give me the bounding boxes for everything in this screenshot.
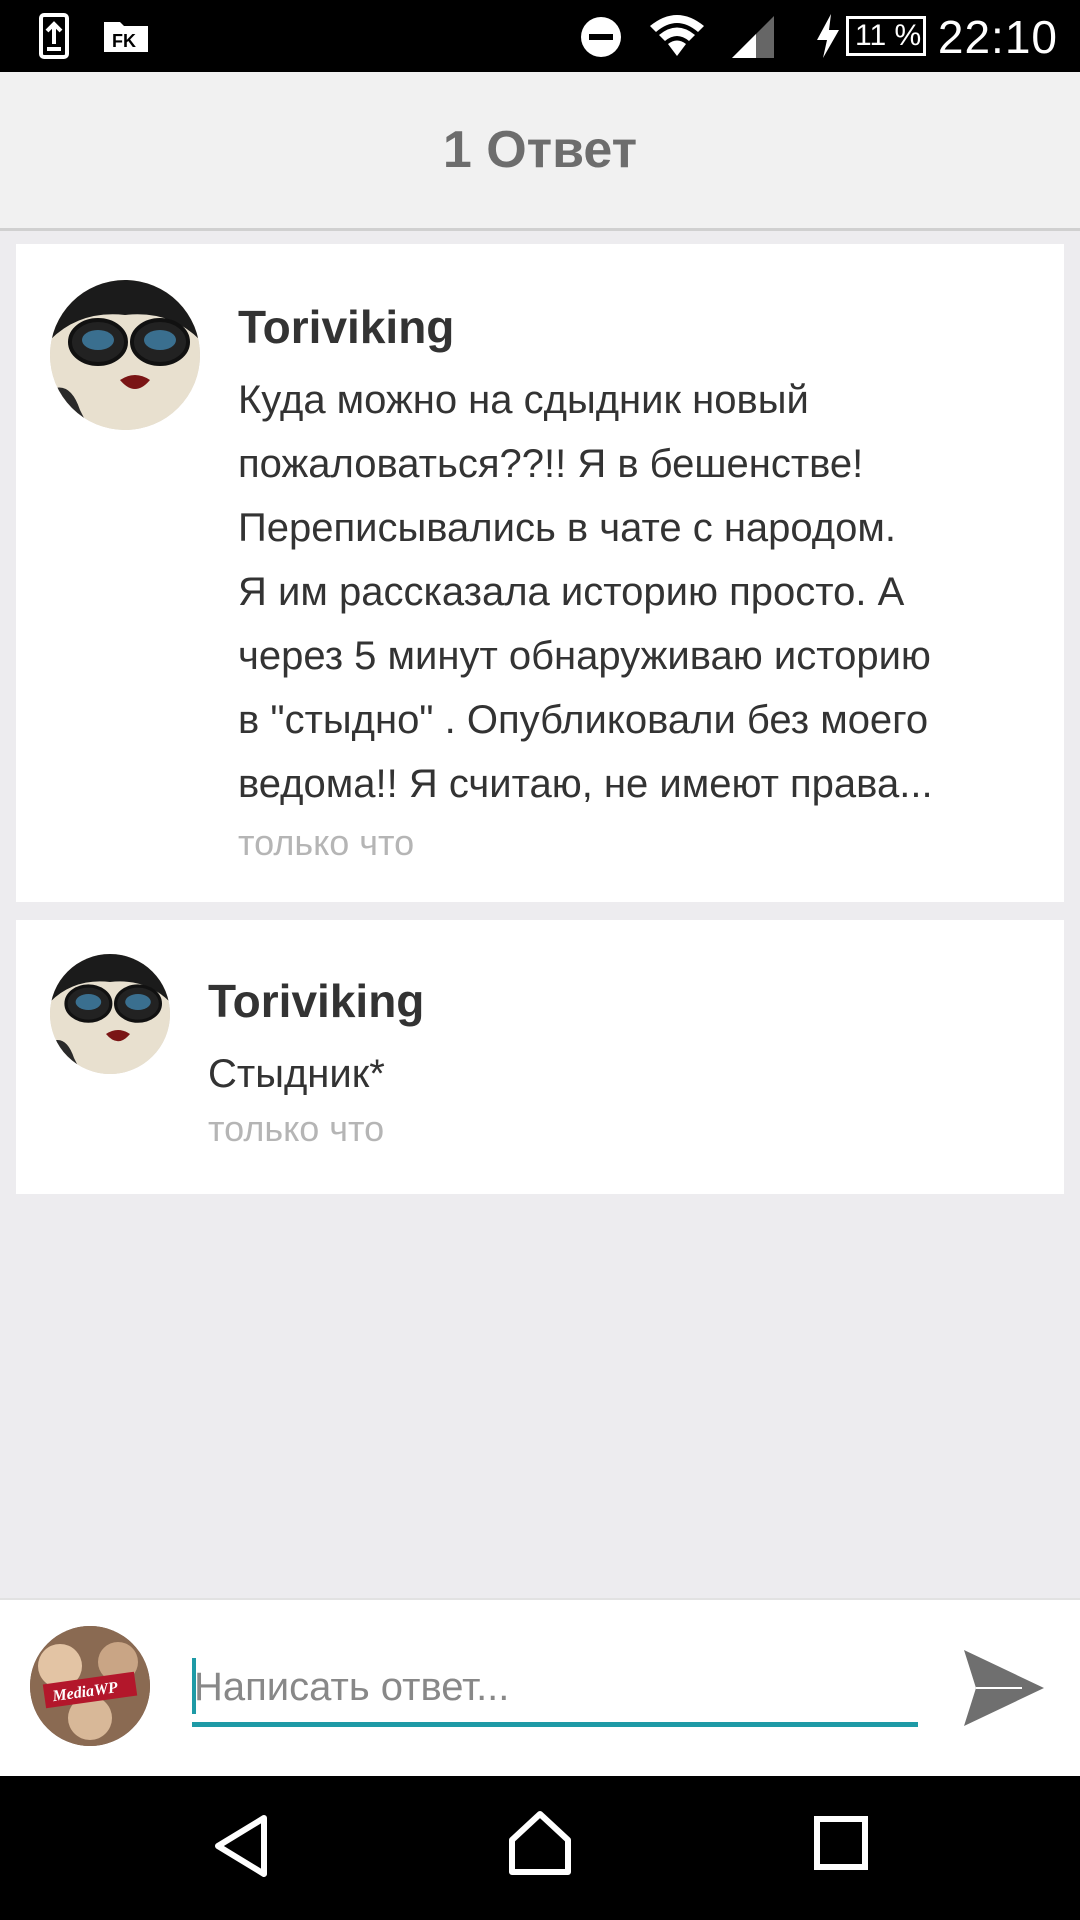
clock: 22:10 (937, 11, 1058, 63)
text-cursor (192, 1658, 196, 1714)
status-bar: FK 11 % 22:10 (0, 0, 1080, 72)
recents-icon[interactable] (814, 1816, 868, 1870)
header: 1 Ответ (0, 72, 1080, 231)
battery-icon: 11 % (846, 16, 926, 56)
battery-level: 11 % (855, 19, 922, 52)
avatar-image (50, 954, 170, 1074)
upload-icon (39, 13, 69, 59)
home-icon[interactable] (508, 1810, 572, 1876)
signal-icon (732, 16, 774, 58)
reply-bar: MediaWP (0, 1598, 1080, 1778)
page-title: 1 Ответ (442, 121, 638, 179)
wifi-icon (650, 15, 704, 56)
avatar-image (50, 280, 200, 430)
mediawp-logo: MediaWP (30, 1626, 150, 1746)
send-icon[interactable] (962, 1648, 1046, 1728)
comment-text: Куда можно на сдыдник новый пожаловаться… (238, 378, 933, 806)
avatar[interactable] (50, 280, 200, 430)
avatar[interactable] (50, 954, 170, 1074)
reply-input[interactable] (192, 1652, 918, 1727)
svg-text:FK: FK (112, 31, 136, 51)
navigation-bar (0, 1776, 1080, 1920)
comment-text: Стыдник* (208, 1052, 385, 1096)
comment-author[interactable]: Toriviking (208, 974, 424, 1028)
comment-card[interactable]: Toriviking Стыдник* только что (16, 920, 1064, 1194)
comment-time: только что (238, 822, 415, 863)
do-not-disturb-icon (581, 17, 621, 57)
user-avatar[interactable]: MediaWP (30, 1626, 150, 1746)
app-icon: FK (104, 22, 148, 52)
back-icon[interactable] (212, 1814, 272, 1878)
charging-icon (817, 14, 839, 58)
comment-card[interactable]: Toriviking Куда можно на сдыдник новый п… (16, 244, 1064, 902)
comment-author[interactable]: Toriviking (238, 300, 454, 354)
comment-time: только что (208, 1108, 385, 1149)
